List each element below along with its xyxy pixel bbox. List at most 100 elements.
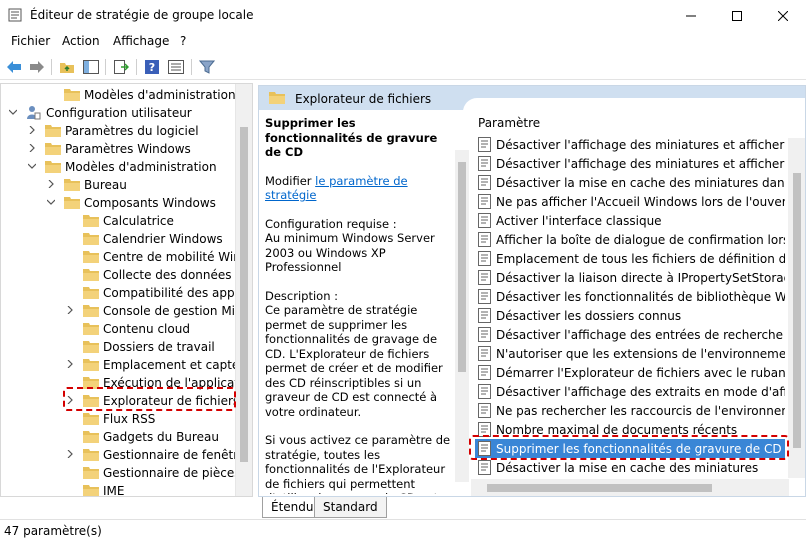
- setting-row[interactable]: Désactiver l'affichage des miniatures et…: [475, 154, 785, 173]
- setting-row[interactable]: Démarrer l'Explorateur de fichiers avec …: [475, 363, 785, 382]
- properties-button[interactable]: [166, 57, 186, 77]
- setting-row[interactable]: Emplacement de tous les fichiers de défi…: [475, 249, 785, 268]
- up-folder-button[interactable]: [57, 57, 77, 77]
- setting-row[interactable]: Désactiver la liaison directe à IPropert…: [475, 268, 785, 287]
- tree-item[interactable]: Paramètres du logiciel: [1, 122, 237, 140]
- minimize-button[interactable]: [668, 0, 714, 31]
- tree-item[interactable]: Paramètres Windows: [1, 140, 237, 158]
- policy-setting-icon: [478, 403, 491, 418]
- setting-row[interactable]: Ne pas rechercher les raccourcis de l'en…: [475, 401, 785, 420]
- forward-button[interactable]: [27, 57, 47, 77]
- chevron-right-icon[interactable]: [47, 180, 55, 188]
- description-label: Description :: [265, 288, 339, 303]
- policy-setting-icon: [478, 346, 491, 361]
- column-header-setting[interactable]: Paramètre: [478, 116, 540, 130]
- export-list-button[interactable]: [111, 57, 131, 77]
- policy-setting-icon: [478, 308, 491, 323]
- tree-item[interactable]: Contenu cloud: [1, 320, 237, 338]
- arrow-right-icon: [30, 61, 44, 73]
- title-bar: Éditeur de stratégie de groupe locale: [0, 0, 806, 31]
- back-button[interactable]: [4, 57, 24, 77]
- maximize-button[interactable]: [714, 0, 760, 31]
- folder-icon: [83, 413, 99, 425]
- tree-item[interactable]: Calendrier Windows: [1, 230, 237, 248]
- chevron-down-icon[interactable]: [47, 198, 55, 206]
- tree-item[interactable]: Emplacement et capteurs: [1, 356, 237, 374]
- tree-item[interactable]: Calculatrice: [1, 212, 237, 230]
- tab-standard[interactable]: Standard: [314, 497, 387, 518]
- close-button[interactable]: [760, 0, 806, 31]
- chevron-down-icon[interactable]: [28, 162, 36, 170]
- tree-item-label: Modèles d'administration: [65, 160, 217, 174]
- setting-row[interactable]: Désactiver l'affichage des extraits en m…: [475, 382, 785, 401]
- folder-icon: [64, 197, 80, 209]
- tree-item[interactable]: Bureau: [1, 176, 237, 194]
- setting-row[interactable]: Désactiver l'affichage des entrées de re…: [475, 325, 785, 344]
- menu-fichier[interactable]: Fichier: [11, 34, 50, 48]
- chevron-right-icon[interactable]: [66, 360, 74, 368]
- tree-item[interactable]: Gestionnaire de fenêtres du Bureau: [1, 446, 237, 464]
- list-horizontal-scrollbar[interactable]: [471, 479, 789, 496]
- tree-item[interactable]: Flux RSS: [1, 410, 237, 428]
- tree-item[interactable]: Gestionnaire de pièces jointes: [1, 464, 237, 482]
- chevron-down-icon[interactable]: [9, 108, 17, 116]
- setting-row[interactable]: Ne pas afficher l'Accueil Windows lors d…: [475, 192, 785, 211]
- setting-title: Supprimer les fonctionnalités de gravure…: [265, 116, 438, 159]
- folder-icon: [83, 485, 99, 496]
- policy-setting-icon: [478, 384, 491, 399]
- menu-action[interactable]: Action: [62, 34, 100, 48]
- list-vertical-scrollbar[interactable]: [788, 138, 805, 478]
- chevron-right-icon[interactable]: [66, 306, 74, 314]
- setting-label: Désactiver la mise en cache des miniatur…: [496, 176, 785, 190]
- tree-item[interactable]: Modèles d'administration: [1, 158, 237, 176]
- setting-label: N'autoriser que les extensions de l'envi…: [496, 347, 785, 361]
- toolbar: ?: [0, 55, 806, 80]
- tree-item[interactable]: Modèles d'administration: [1, 86, 237, 104]
- description-scrollbar[interactable]: [455, 150, 469, 482]
- setting-row[interactable]: Désactiver les dossiers connus: [475, 306, 785, 325]
- tree-item[interactable]: Configuration utilisateur: [1, 104, 237, 122]
- setting-label: Désactiver la liaison directe à IPropert…: [496, 271, 785, 285]
- tree-item[interactable]: IME: [1, 482, 237, 496]
- setting-row[interactable]: Désactiver l'affichage des miniatures et…: [475, 135, 785, 154]
- folder-icon: [83, 305, 99, 317]
- minimize-icon: [686, 15, 696, 16]
- filter-icon: [199, 60, 215, 74]
- tree-item[interactable]: Dossiers de travail: [1, 338, 237, 356]
- setting-row[interactable]: Désactiver les fonctionnalités de biblio…: [475, 287, 785, 306]
- tree-item[interactable]: Compatibilité des applications: [1, 284, 237, 302]
- chevron-right-icon[interactable]: [28, 126, 36, 134]
- folder-icon: [83, 215, 99, 227]
- filter-button[interactable]: [197, 57, 217, 77]
- tree-item[interactable]: Console de gestion Microsoft: [1, 302, 237, 320]
- setting-label: Désactiver les dossiers connus: [496, 309, 682, 323]
- menu-affichage[interactable]: Affichage: [113, 34, 169, 48]
- setting-label: Désactiver les fonctionnalités de biblio…: [496, 290, 785, 304]
- help-button[interactable]: ?: [142, 57, 162, 77]
- policy-setting-icon: [478, 251, 491, 266]
- tree-item[interactable]: Centre de mobilité Windows: [1, 248, 237, 266]
- tree-scrollbar[interactable]: [235, 84, 252, 496]
- tree-item-label: Flux RSS: [103, 412, 156, 426]
- setting-row[interactable]: N'autoriser que les extensions de l'envi…: [475, 344, 785, 363]
- tree-item[interactable]: Composants Windows: [1, 194, 237, 212]
- setting-row[interactable]: Afficher la boîte de dialogue de confirm…: [475, 230, 785, 249]
- tree-item-label: Dossiers de travail: [103, 340, 215, 354]
- tree-item[interactable]: Gadgets du Bureau: [1, 428, 237, 446]
- tree-item-label: Gestionnaire de pièces jointes: [103, 466, 237, 480]
- setting-row[interactable]: Désactiver la mise en cache des miniatur…: [475, 458, 785, 477]
- tree-item-label: Console de gestion Microsoft: [103, 304, 237, 318]
- highlight-tree-item: [63, 387, 236, 411]
- policy-setting-icon: [478, 327, 491, 342]
- menu-help[interactable]: ?: [180, 34, 186, 48]
- chevron-right-icon[interactable]: [66, 450, 74, 458]
- tree-item-label: Contenu cloud: [103, 322, 190, 336]
- setting-row[interactable]: Activer l'interface classique: [475, 211, 785, 230]
- policy-setting-icon: [478, 460, 491, 475]
- show-hide-tree-button[interactable]: [81, 57, 101, 77]
- folder-icon: [45, 125, 61, 137]
- setting-row[interactable]: Désactiver la mise en cache des miniatur…: [475, 173, 785, 192]
- chevron-right-icon[interactable]: [28, 144, 36, 152]
- tree-item[interactable]: Collecte des données et versions prélimi…: [1, 266, 237, 284]
- svg-text:?: ?: [149, 61, 155, 74]
